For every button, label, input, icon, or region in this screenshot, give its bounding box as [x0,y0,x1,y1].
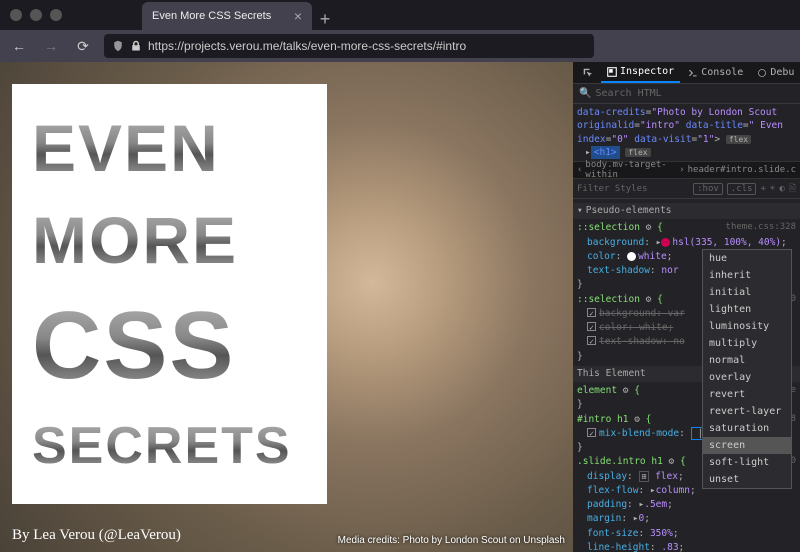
hov-toggle[interactable]: :hov [693,183,723,195]
dark-scheme-icon[interactable]: ◐ [779,184,784,194]
browser-tab[interactable]: Even More CSS Secrets × [142,2,312,30]
tab-debugger[interactable]: Debu [751,62,800,83]
title-word: MORE [32,211,307,270]
new-tab-button[interactable]: + [312,9,338,30]
title-word: SECRETS [32,423,307,470]
url-input[interactable]: https://projects.verou.me/talks/even-mor… [104,34,594,58]
reload-button[interactable]: ⟳ [72,35,94,57]
title-card: EVEN MORE CSS SECRETS [12,84,327,504]
lock-icon [130,40,142,52]
forward-button[interactable]: → [40,35,62,57]
back-button[interactable]: ← [8,35,30,57]
cls-toggle[interactable]: .cls [727,183,757,195]
byline: By Lea Verou (@LeaVerou) [12,527,181,544]
content-area: EVEN MORE CSS SECRETS By Lea Verou (@Lea… [0,62,800,552]
url-text: https://projects.verou.me/talks/even-mor… [148,39,466,53]
maximize-window-button[interactable] [50,9,62,21]
styles-panel[interactable]: ▾ Pseudo-elements ::selection ⚙ {theme.c… [573,199,800,552]
tab-title: Even More CSS Secrets [152,10,271,22]
search-icon: 🔍 [579,88,591,99]
shield-icon [112,40,124,52]
media-credits: Media credits: Photo by London Scout on … [338,535,565,546]
close-window-button[interactable] [10,9,22,21]
url-toolbar: ← → ⟳ https://projects.verou.me/talks/ev… [0,30,800,62]
html-tree[interactable]: data-credits="Photo by London Scout orig… [573,104,800,161]
minimize-window-button[interactable] [30,9,42,21]
pick-element-button[interactable] [577,62,599,83]
webpage: EVEN MORE CSS SECRETS By Lea Verou (@Lea… [0,62,573,552]
light-scheme-icon[interactable]: ☀ [770,184,775,194]
devtools-panel: Inspector Console Debu 🔍 Search HTML dat… [573,62,800,552]
tab-inspector[interactable]: Inspector [601,62,680,83]
html-search[interactable]: 🔍 Search HTML [573,84,800,104]
section-pseudo-elements[interactable]: ▾ Pseudo-elements [573,203,800,219]
selected-node: <h1> [591,146,620,159]
autocomplete-dropdown[interactable]: hue inherit initial lighten luminosity m… [702,249,792,489]
title-word: CSS [32,303,307,389]
styles-filter-bar: Filter Styles :hov .cls + ☀ ◐ 🗎 [573,179,800,199]
window-controls [0,9,72,21]
filter-input[interactable]: Filter Styles [577,184,689,194]
title-word: EVEN [32,119,307,178]
print-icon[interactable]: 🗎 [789,181,796,197]
breadcrumb[interactable]: ‹body.mv-target-within›header#intro.slid… [573,161,800,179]
devtools-tabbar: Inspector Console Debu [573,62,800,84]
window-titlebar: Even More CSS Secrets × + [0,0,800,30]
close-tab-icon[interactable]: × [294,8,302,24]
add-rule-icon[interactable]: + [760,184,765,194]
tab-console[interactable]: Console [682,62,749,83]
